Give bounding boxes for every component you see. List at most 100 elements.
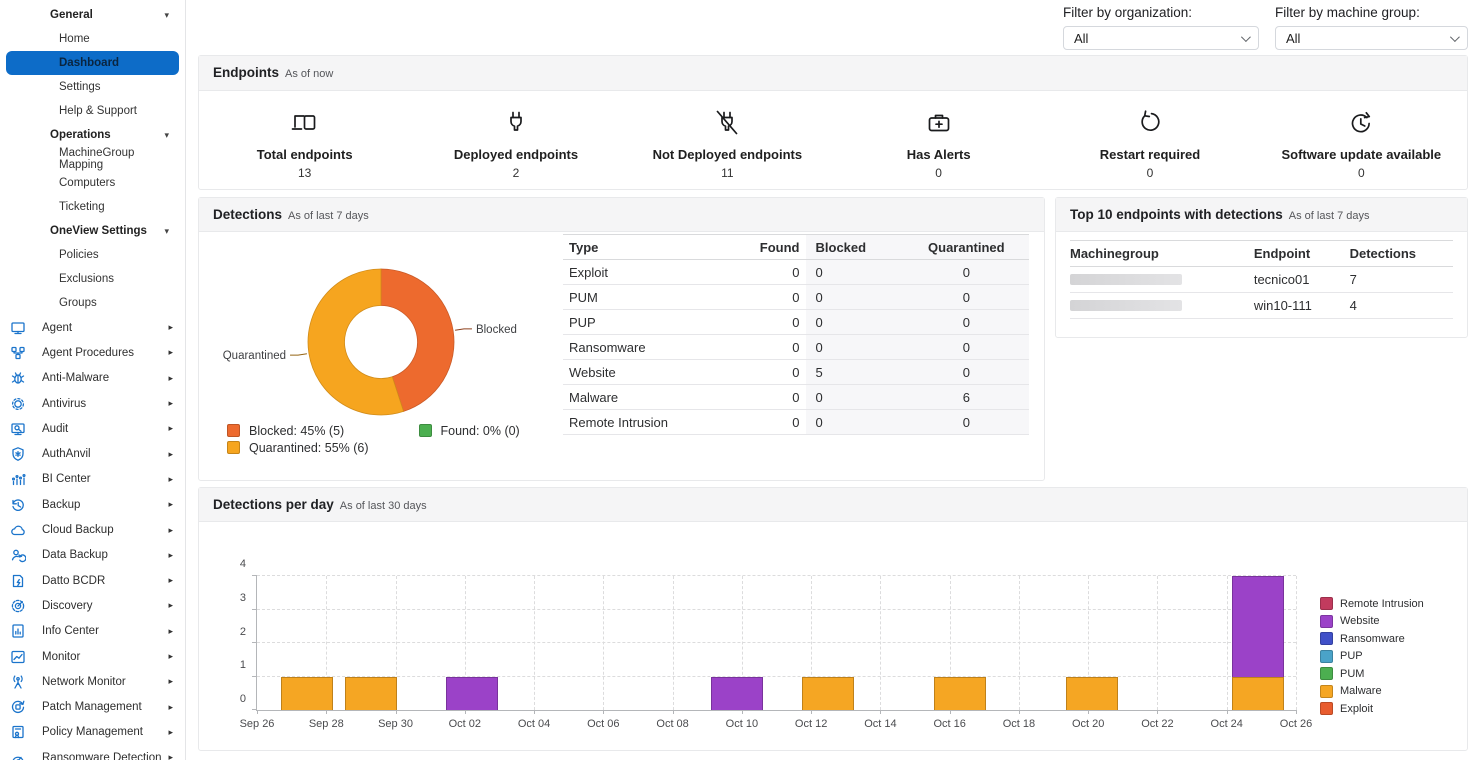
chevron-right-icon: ▸	[168, 322, 173, 333]
sidebar-module-patch-management[interactable]: Patch Management ▸	[0, 694, 185, 719]
sidebar-module-antivirus[interactable]: Antivirus ▸	[0, 391, 185, 416]
sidebar-module-label: Agent Procedures	[42, 347, 134, 359]
sidebar-module-info-center[interactable]: Info Center ▸	[0, 619, 185, 644]
bar-oct-02[interactable]	[446, 677, 498, 711]
sidebar-module-anti-malware[interactable]: Anti-Malware ▸	[0, 366, 185, 391]
endpoint-card-value: 13	[298, 166, 311, 180]
bar-segment-website	[446, 677, 498, 711]
chevron-down-icon	[1450, 32, 1460, 42]
bar-oct-10[interactable]	[711, 677, 763, 711]
machine-group-filter-label: Filter by machine group:	[1275, 5, 1468, 20]
sidebar-module-discovery[interactable]: Discovery ▸	[0, 593, 185, 618]
bar-segment-malware	[1232, 677, 1284, 711]
sidebar-module-monitor[interactable]: Monitor ▸	[0, 644, 185, 669]
radar-icon	[10, 598, 32, 614]
data-backup-icon	[10, 547, 32, 563]
endpoint-name: win10-111	[1254, 293, 1350, 319]
detections-table-row: Ransomware000	[563, 335, 1029, 360]
sidebar-module-audit[interactable]: Audit ▸	[0, 416, 185, 441]
app-root: General ▾HomeDashboardSettingsHelp & Sup…	[0, 0, 1476, 760]
sidebar-item-computers[interactable]: Computers	[6, 171, 179, 195]
plug-icon	[500, 104, 532, 140]
detections-body: Blocked Quarantined Blocked: 45% (5) Qua…	[199, 232, 1044, 481]
sidebar-item-groups[interactable]: Groups	[6, 291, 179, 315]
endpoint-card-value: 11	[721, 166, 733, 180]
endpoint-detections: 4	[1350, 293, 1453, 319]
sidebar-module-agent[interactable]: Agent ▸	[0, 315, 185, 340]
organization-select-value: All	[1074, 31, 1088, 46]
sidebar-module-network-monitor[interactable]: Network Monitor ▸	[0, 669, 185, 694]
y-axis-label: 1	[240, 659, 246, 671]
sidebar-section-general[interactable]: General ▾	[0, 3, 185, 27]
sidebar-module-data-backup[interactable]: Data Backup ▸	[0, 543, 185, 568]
sidebar-module-label: Patch Management	[42, 701, 142, 713]
bar-sep-27[interactable]	[281, 677, 333, 711]
sidebar-item-home[interactable]: Home	[6, 27, 179, 51]
chevron-right-icon: ▸	[168, 575, 173, 586]
sidebar-module-policy-management[interactable]: Policy Management ▸	[0, 720, 185, 745]
legend-swatch-icon	[1320, 667, 1333, 680]
sidebar-module-authanvil[interactable]: AuthAnvil ▸	[0, 441, 185, 466]
bar-oct-12[interactable]	[802, 677, 854, 711]
x-axis-label: Sep 30	[378, 718, 413, 730]
sidebar-item-help-amp-support[interactable]: Help & Support	[6, 99, 179, 123]
sidebar-item-policies[interactable]: Policies	[6, 243, 179, 267]
top-endpoints-col-detections: Detections	[1350, 241, 1453, 267]
sidebar-module-cloud-backup[interactable]: Cloud Backup ▸	[0, 517, 185, 542]
chevron-right-icon: ▸	[168, 373, 173, 384]
sidebar-item-dashboard[interactable]: Dashboard	[6, 51, 179, 75]
detections-table-header-row: TypeFoundBlockedQuarantined	[563, 235, 1029, 260]
machine-group-select[interactable]: All	[1275, 26, 1468, 50]
sidebar-section-label: OneView Settings	[50, 225, 147, 237]
sidebar-item-exclusions[interactable]: Exclusions	[6, 267, 179, 291]
bar-segment-malware	[1066, 677, 1118, 711]
bar-oct-16[interactable]	[934, 677, 986, 711]
sidebar-item-machinegroup-mapping[interactable]: MachineGroup Mapping	[6, 147, 179, 171]
chevron-down-icon: ▾	[164, 130, 169, 141]
top-endpoints-table: MachinegroupEndpointDetections tecnico01…	[1070, 240, 1453, 319]
chevron-right-icon: ▸	[168, 525, 173, 536]
sidebar-nav: General ▾HomeDashboardSettingsHelp & Sup…	[0, 0, 185, 760]
legend-swatch-icon	[1320, 650, 1333, 663]
bar-oct-24[interactable]	[1232, 576, 1284, 710]
sidebar-item-settings[interactable]: Settings	[6, 75, 179, 99]
endpoint-detections: 7	[1350, 267, 1453, 293]
legend-item-pup: PUP	[1320, 650, 1453, 663]
legend-item-exploit: Exploit	[1320, 702, 1453, 715]
endpoint-card-value: 0	[1358, 166, 1365, 180]
endpoint-card-deployed-endpoints: Deployed endpoints 2	[410, 104, 621, 180]
endpoint-card-value: 0	[935, 166, 942, 180]
bar-sep-29[interactable]	[345, 677, 397, 711]
sidebar-module-datto-bcdr[interactable]: Datto BCDR ▸	[0, 568, 185, 593]
detections-table-row: Website050	[563, 360, 1029, 385]
legend-item-pum: PUM	[1320, 667, 1453, 680]
sidebar-section-operations[interactable]: Operations ▾	[0, 123, 185, 147]
detections-col-type: Type	[563, 235, 754, 260]
legend-item-ransomware: Ransomware	[1320, 632, 1453, 645]
legend-swatch-icon	[1320, 702, 1333, 715]
sidebar-module-ransomware-detection[interactable]: Ransomware Detection ▸	[0, 745, 185, 760]
chevron-right-icon: ▸	[168, 676, 173, 687]
y-axis-label: 4	[240, 558, 246, 570]
detections-title: Detections	[213, 207, 282, 222]
sidebar-module-backup[interactable]: Backup ▸	[0, 492, 185, 517]
legend-swatch-icon	[419, 424, 432, 437]
legend-item-remote-intrusion: Remote Intrusion	[1320, 597, 1453, 610]
sidebar-section-oneview-settings[interactable]: OneView Settings ▾	[0, 219, 185, 243]
top-filter-bar: Filter by organization: All Filter by ma…	[186, 0, 1476, 55]
bar-chart-body: 01234 Sep 26 Sep 28 Sep 30 Oct 02 Oct 04…	[199, 522, 1467, 720]
sidebar-item-ticketing[interactable]: Ticketing	[6, 195, 179, 219]
sidebar-module-label: BI Center	[42, 473, 91, 485]
endpoint-card-label: Restart required	[1100, 147, 1200, 162]
endpoint-card-software-update-available: Software update available 0	[1256, 104, 1467, 180]
chevron-right-icon: ▸	[168, 600, 173, 611]
sidebar-module-bi-center[interactable]: BI Center ▸	[0, 467, 185, 492]
sidebar-module-agent-procedures[interactable]: Agent Procedures ▸	[0, 340, 185, 365]
bar-oct-20[interactable]	[1066, 677, 1118, 711]
legend-swatch-icon	[1320, 685, 1333, 698]
top-endpoints-panel: Top 10 endpoints with detections As of l…	[1055, 197, 1468, 338]
y-axis-label: 2	[240, 626, 246, 638]
organization-select[interactable]: All	[1063, 26, 1259, 50]
legend-swatch-icon	[227, 441, 240, 454]
top-endpoints-body: MachinegroupEndpointDetections tecnico01…	[1056, 232, 1467, 319]
